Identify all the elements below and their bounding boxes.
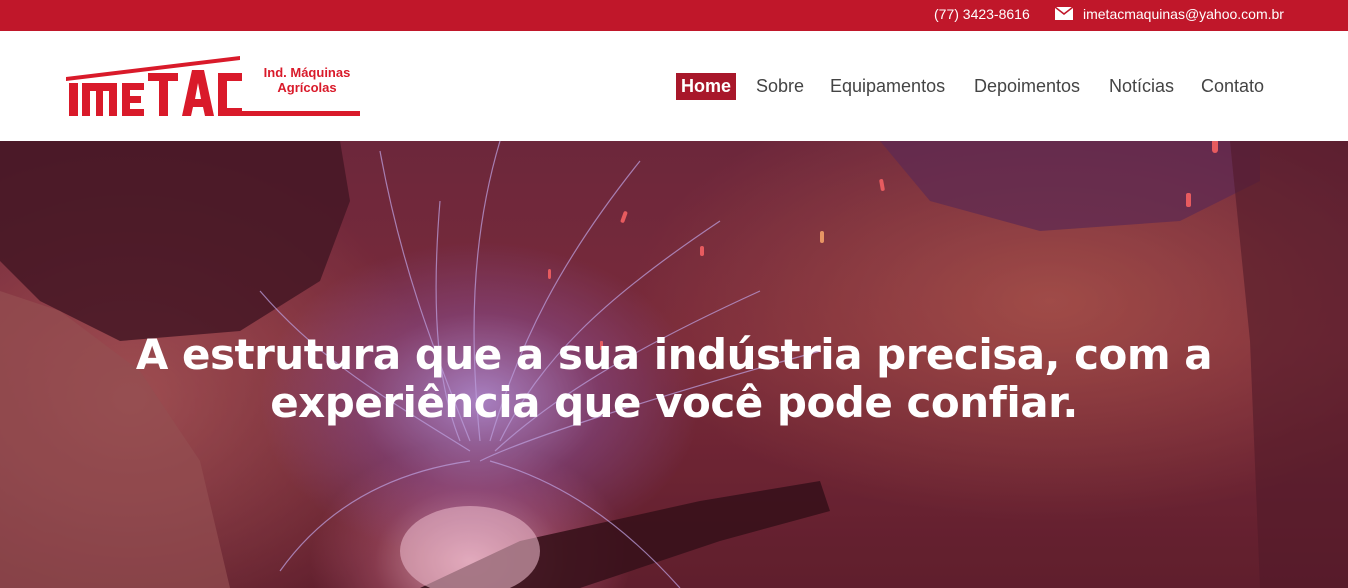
envelope-icon — [1055, 7, 1073, 20]
nav-item-noticias[interactable]: Notícias — [1109, 73, 1174, 100]
hero-banner: A estrutura que a sua indústria precisa,… — [0, 141, 1348, 588]
nav-item-contato[interactable]: Contato — [1201, 73, 1264, 100]
nav-item-sobre[interactable]: Sobre — [756, 73, 804, 100]
nav-item-equipamentos[interactable]: Equipamentos — [830, 73, 945, 100]
logo-tagline-line2: Agrícolas — [277, 80, 337, 95]
phone-number[interactable]: (77) 3423-8616 — [934, 6, 1030, 22]
site-header: Ind. Máquinas Agrícolas Home Sobre Equip… — [0, 31, 1348, 141]
hero-headline: A estrutura que a sua indústria precisa,… — [135, 330, 1213, 427]
logo-tagline-line1: Ind. Máquinas — [263, 65, 351, 80]
email-link[interactable]: imetacmaquinas@yahoo.com.br — [1083, 6, 1284, 22]
nav-item-depoimentos[interactable]: Depoimentos — [974, 73, 1080, 100]
logo[interactable]: Ind. Máquinas Agrícolas — [64, 53, 364, 123]
nav-item-home[interactable]: Home — [676, 73, 737, 100]
top-contact-bar: (77) 3423-8616 imetacmaquinas@yahoo.com.… — [0, 0, 1348, 31]
